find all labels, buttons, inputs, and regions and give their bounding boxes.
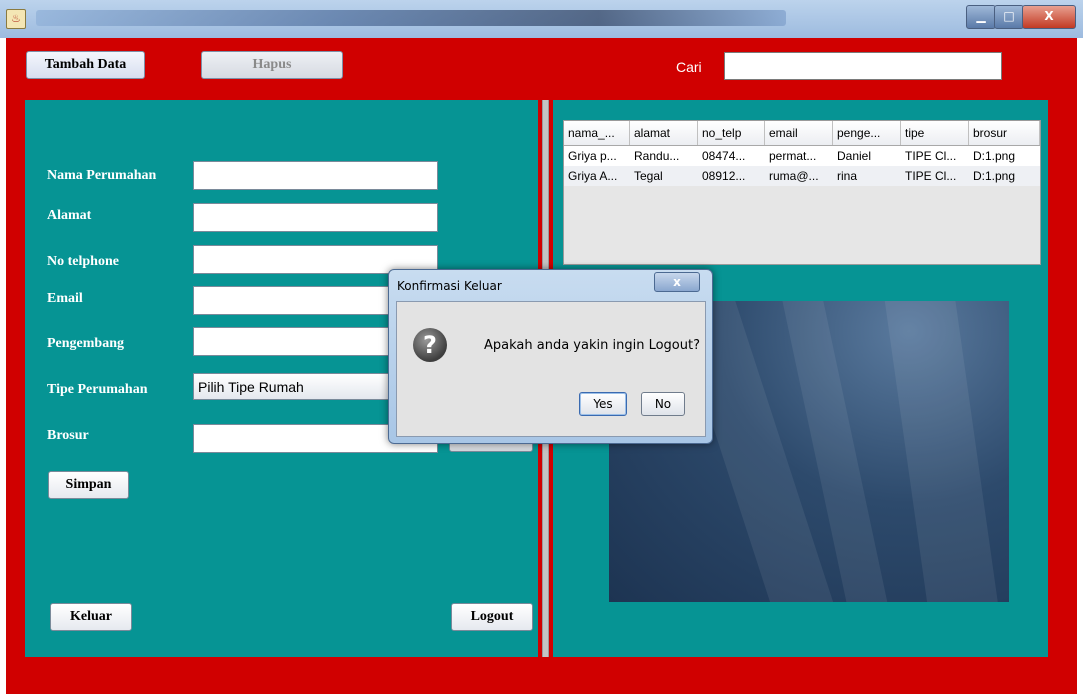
close-window-button[interactable]: X [1022, 5, 1076, 29]
simpan-button[interactable]: Simpan [48, 471, 129, 499]
column-header[interactable]: no_telp [698, 121, 765, 145]
email-label: Email [47, 291, 83, 306]
table-row[interactable]: Griya p... Randu... 08474... permat... D… [564, 146, 1040, 166]
table-header: nama_... alamat no_telp email penge... t… [564, 121, 1040, 146]
column-header[interactable]: tipe [901, 121, 969, 145]
alamat-input[interactable] [193, 203, 438, 232]
java-coffee-icon: ♨ [6, 9, 26, 29]
alamat-label: Alamat [47, 208, 92, 223]
table-row[interactable]: Griya A... Tegal 08912... ruma@... rina … [564, 166, 1040, 186]
table-cell: ruma@... [769, 169, 819, 183]
column-header[interactable]: penge... [833, 121, 901, 145]
column-header[interactable]: alamat [630, 121, 698, 145]
pengembang-label: Pengembang [47, 336, 124, 351]
column-header[interactable]: email [765, 121, 833, 145]
data-table[interactable]: nama_... alamat no_telp email penge... t… [563, 120, 1041, 265]
window-title [36, 10, 786, 26]
table-cell: 08912... [702, 169, 746, 183]
nama-perumahan-input[interactable] [193, 161, 438, 190]
column-header[interactable]: nama_... [564, 121, 630, 145]
keluar-button[interactable]: Keluar [50, 603, 132, 631]
brosur-label: Brosur [47, 428, 89, 443]
maximize-button[interactable]: □ [994, 5, 1024, 29]
table-cell: Randu... [634, 149, 680, 163]
tipe-perumahan-label: Tipe Perumahan [47, 382, 148, 397]
table-cell: Griya A... [568, 169, 618, 183]
table-cell: TIPE Cl... [905, 169, 957, 183]
column-header[interactable]: brosur [969, 121, 1040, 145]
hapus-button[interactable]: Hapus [201, 51, 343, 79]
table-cell: rina [837, 169, 858, 183]
logout-confirm-dialog: Konfirmasi Keluar x ? Apakah anda yakin … [388, 269, 713, 444]
yes-button[interactable]: Yes [579, 392, 627, 416]
table-cell: D:1.png [973, 169, 1016, 183]
search-input[interactable] [724, 52, 1002, 80]
nama-perumahan-label: Nama Perumahan [47, 168, 157, 183]
table-cell: Daniel [837, 149, 872, 163]
logout-button[interactable]: Logout [451, 603, 533, 631]
minimize-button[interactable]: ▁ [966, 5, 996, 29]
table-cell: 08474... [702, 149, 746, 163]
no-button[interactable]: No [641, 392, 685, 416]
tambah-data-button[interactable]: Tambah Data [26, 51, 145, 79]
dialog-message: Apakah anda yakin ingin Logout? [484, 338, 700, 353]
dialog-body: ? Apakah anda yakin ingin Logout? Yes No [396, 301, 706, 437]
table-cell: permat... [769, 149, 817, 163]
table-cell: Tegal [634, 169, 663, 183]
window-titlebar: ♨ ▁ □ X [0, 0, 1083, 38]
table-cell: Griya p... [568, 149, 617, 163]
question-icon: ? [413, 328, 447, 362]
tipe-perumahan-select[interactable]: Pilih Tipe Rumah [193, 373, 393, 400]
table-cell: TIPE Cl... [905, 149, 957, 163]
table-cell: D:1.png [973, 149, 1016, 163]
dialog-title: Konfirmasi Keluar [397, 279, 502, 293]
dialog-close-button[interactable]: x [654, 272, 700, 292]
no-telphone-label: No telphone [47, 254, 119, 269]
search-label: Cari [676, 59, 702, 75]
image-highlight [880, 301, 1008, 602]
